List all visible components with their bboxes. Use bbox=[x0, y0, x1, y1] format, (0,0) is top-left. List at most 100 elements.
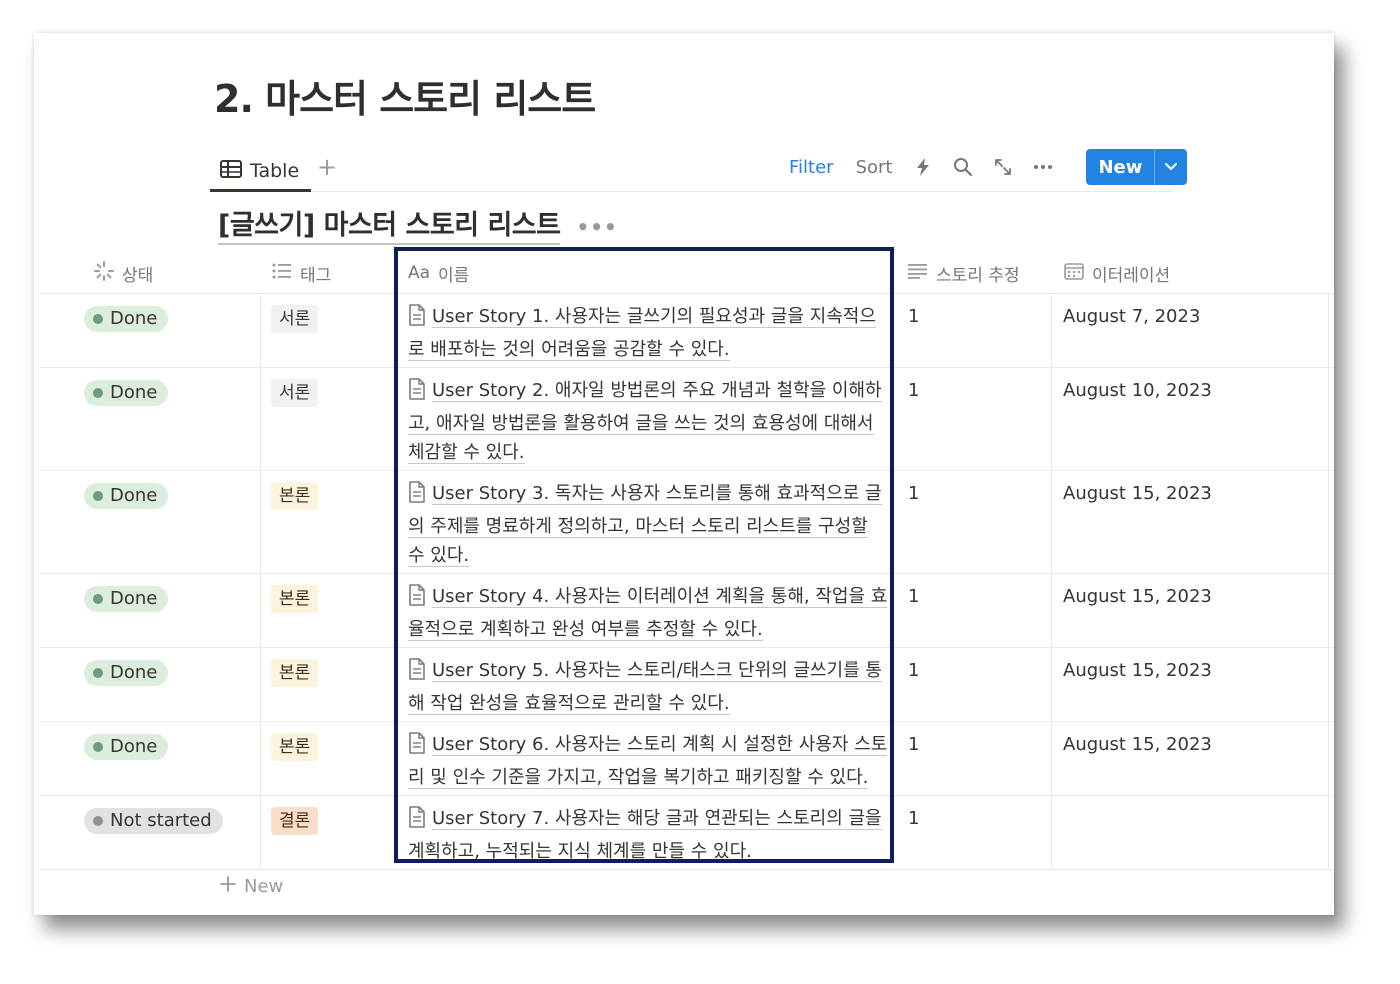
status-badge[interactable]: Done bbox=[84, 734, 169, 760]
column-header-estimate-label: 스토리 추정 bbox=[936, 265, 1020, 286]
story-number: User Story 3. bbox=[432, 483, 550, 504]
story-estimate[interactable]: 1 bbox=[908, 804, 919, 833]
column-divider bbox=[260, 294, 261, 367]
status-badge[interactable]: Done bbox=[84, 660, 169, 686]
column-header-tag[interactable]: 태그 bbox=[272, 253, 331, 293]
column-divider bbox=[1051, 648, 1052, 721]
column-header-status-label: 상태 bbox=[122, 265, 154, 286]
story-estimate[interactable]: 1 bbox=[908, 582, 919, 611]
database-more-button[interactable]: ••• bbox=[576, 215, 617, 239]
table-row[interactable]: Done 서론 User Story 1. 사용자는 글쓰기의 필요성과 글을 지속… bbox=[40, 294, 1334, 368]
status-label: Not started bbox=[110, 810, 212, 831]
status-dot-icon bbox=[93, 491, 103, 501]
column-header-status[interactable]: 상태 bbox=[94, 253, 153, 293]
add-row-button[interactable]: New bbox=[220, 876, 283, 897]
table-row[interactable]: Not started 결론 User Story 7. 사용자는 해당 글과 연관… bbox=[40, 796, 1334, 870]
add-view-button[interactable]: + bbox=[317, 153, 337, 181]
page-icon bbox=[408, 584, 426, 615]
iteration-date[interactable]: August 10, 2023 bbox=[1063, 376, 1212, 405]
page-icon bbox=[408, 304, 426, 335]
column-header-estimate[interactable]: 스토리 추정 bbox=[908, 253, 1020, 293]
column-header-name-label: 이름 bbox=[438, 265, 470, 286]
iteration-date[interactable]: August 7, 2023 bbox=[1063, 302, 1200, 331]
column-header-iteration-label: 이터레이션 bbox=[1092, 265, 1171, 286]
sort-button[interactable]: Sort bbox=[856, 157, 893, 178]
database-title-text[interactable]: [글쓰기] 마스터 스토리 리스트 bbox=[218, 209, 561, 245]
story-name[interactable]: User Story 5. 사용자는 스토리/태스크 단위의 글쓰기를 통해 작… bbox=[408, 656, 888, 718]
story-title: User Story 7. 사용자는 해당 글과 연관되는 스토리의 글을 계획… bbox=[408, 808, 882, 863]
table-row[interactable]: Done 본론 User Story 4. 사용자는 이터레이션 계획을 통해, 작… bbox=[40, 574, 1334, 648]
story-estimate[interactable]: 1 bbox=[908, 376, 919, 405]
iteration-date[interactable]: August 15, 2023 bbox=[1063, 730, 1212, 759]
filter-button[interactable]: Filter bbox=[789, 157, 834, 178]
new-button-label: New bbox=[1098, 156, 1143, 178]
page-icon bbox=[408, 732, 426, 763]
tab-table[interactable]: Table bbox=[220, 151, 299, 191]
tag-badge[interactable]: 본론 bbox=[271, 482, 319, 510]
status-label: Done bbox=[110, 382, 158, 403]
column-divider bbox=[260, 722, 261, 795]
status-dot-icon bbox=[93, 668, 103, 678]
column-divider bbox=[1051, 796, 1052, 869]
tag-badge[interactable]: 서론 bbox=[271, 305, 319, 333]
add-row-label: New bbox=[244, 876, 284, 897]
story-estimate[interactable]: 1 bbox=[908, 479, 919, 508]
tag-badge[interactable]: 서론 bbox=[271, 379, 319, 407]
lightning-icon[interactable] bbox=[912, 156, 934, 178]
column-divider bbox=[1328, 294, 1329, 367]
table-row[interactable]: Done 본론 User Story 5. 사용자는 스토리/태스크 단위의 글쓰기… bbox=[40, 648, 1334, 722]
iteration-date[interactable]: August 15, 2023 bbox=[1063, 656, 1212, 685]
new-button[interactable]: New bbox=[1086, 149, 1188, 185]
tag-badge[interactable]: 본론 bbox=[271, 659, 319, 687]
story-name[interactable]: User Story 7. 사용자는 해당 글과 연관되는 스토리의 글을 계획… bbox=[408, 804, 888, 866]
table-row[interactable]: Done 본론 User Story 6. 사용자는 스토리 계획 시 설정한 사용… bbox=[40, 722, 1334, 796]
more-icon[interactable] bbox=[1032, 156, 1054, 178]
status-label: Done bbox=[110, 485, 158, 506]
iteration-date[interactable]: August 15, 2023 bbox=[1063, 479, 1212, 508]
story-name[interactable]: User Story 2. 애자일 방법론의 주요 개념과 철학을 이해하고, … bbox=[408, 376, 888, 467]
chevron-down-icon[interactable] bbox=[1154, 149, 1187, 185]
story-number: User Story 5. bbox=[432, 660, 550, 681]
status-badge[interactable]: Done bbox=[84, 586, 169, 612]
iteration-date[interactable]: August 15, 2023 bbox=[1063, 582, 1212, 611]
search-icon[interactable] bbox=[952, 156, 974, 178]
column-divider bbox=[1051, 368, 1052, 470]
story-name[interactable]: User Story 1. 사용자는 글쓰기의 필요성과 글을 지속적으로 배포… bbox=[408, 302, 888, 364]
status-badge[interactable]: Done bbox=[84, 306, 169, 332]
status-badge[interactable]: Not started bbox=[84, 808, 223, 834]
expand-icon[interactable] bbox=[992, 156, 1014, 178]
database-toolbar: Filter Sort New bbox=[789, 147, 1188, 187]
status-badge[interactable]: Done bbox=[84, 483, 169, 509]
column-divider bbox=[1051, 471, 1052, 573]
column-divider bbox=[260, 368, 261, 470]
story-title: User Story 2. 애자일 방법론의 주요 개념과 철학을 이해하고, … bbox=[408, 380, 882, 464]
status-badge[interactable]: Done bbox=[84, 380, 169, 406]
story-name[interactable]: User Story 3. 독자는 사용자 스토리를 통해 효과적으로 글의 주… bbox=[408, 479, 888, 570]
database-page: 2. 마스터 스토리 리스트 Table + Filter Sort New [… bbox=[34, 33, 1334, 915]
tag-badge[interactable]: 본론 bbox=[271, 585, 319, 613]
column-header-name[interactable]: Aa 이름 bbox=[408, 253, 469, 293]
story-number: User Story 6. bbox=[432, 734, 550, 755]
text-property-icon: Aa bbox=[408, 263, 431, 283]
column-divider bbox=[1328, 722, 1329, 795]
column-divider bbox=[1051, 294, 1052, 367]
page-icon bbox=[408, 806, 426, 837]
story-title: User Story 3. 독자는 사용자 스토리를 통해 효과적으로 글의 주… bbox=[408, 483, 882, 567]
tag-badge[interactable]: 본론 bbox=[271, 733, 319, 761]
story-estimate[interactable]: 1 bbox=[908, 302, 919, 331]
table-body: Done 서론 User Story 1. 사용자는 글쓰기의 필요성과 글을 지속… bbox=[40, 294, 1334, 870]
column-divider bbox=[260, 648, 261, 721]
story-name[interactable]: User Story 4. 사용자는 이터레이션 계획을 통해, 작업을 효율적… bbox=[408, 582, 888, 644]
story-title: User Story 5. 사용자는 스토리/태스크 단위의 글쓰기를 통해 작… bbox=[408, 660, 882, 715]
status-label: Done bbox=[110, 736, 158, 757]
table-row[interactable]: Done 서론 User Story 2. 애자일 방법론의 주요 개념과 철학을 … bbox=[40, 368, 1334, 471]
status-label: Done bbox=[110, 662, 158, 683]
story-estimate[interactable]: 1 bbox=[908, 656, 919, 685]
page-title: 2. 마스터 스토리 리스트 bbox=[214, 77, 596, 121]
column-header-iteration[interactable]: 이터레이션 bbox=[1064, 253, 1170, 293]
tag-badge[interactable]: 결론 bbox=[271, 807, 319, 835]
table-row[interactable]: Done 본론 User Story 3. 독자는 사용자 스토리를 통해 효과적으… bbox=[40, 471, 1334, 574]
story-name[interactable]: User Story 6. 사용자는 스토리 계획 시 설정한 사용자 스토리 … bbox=[408, 730, 888, 792]
story-estimate[interactable]: 1 bbox=[908, 730, 919, 759]
status-label: Done bbox=[110, 588, 158, 609]
